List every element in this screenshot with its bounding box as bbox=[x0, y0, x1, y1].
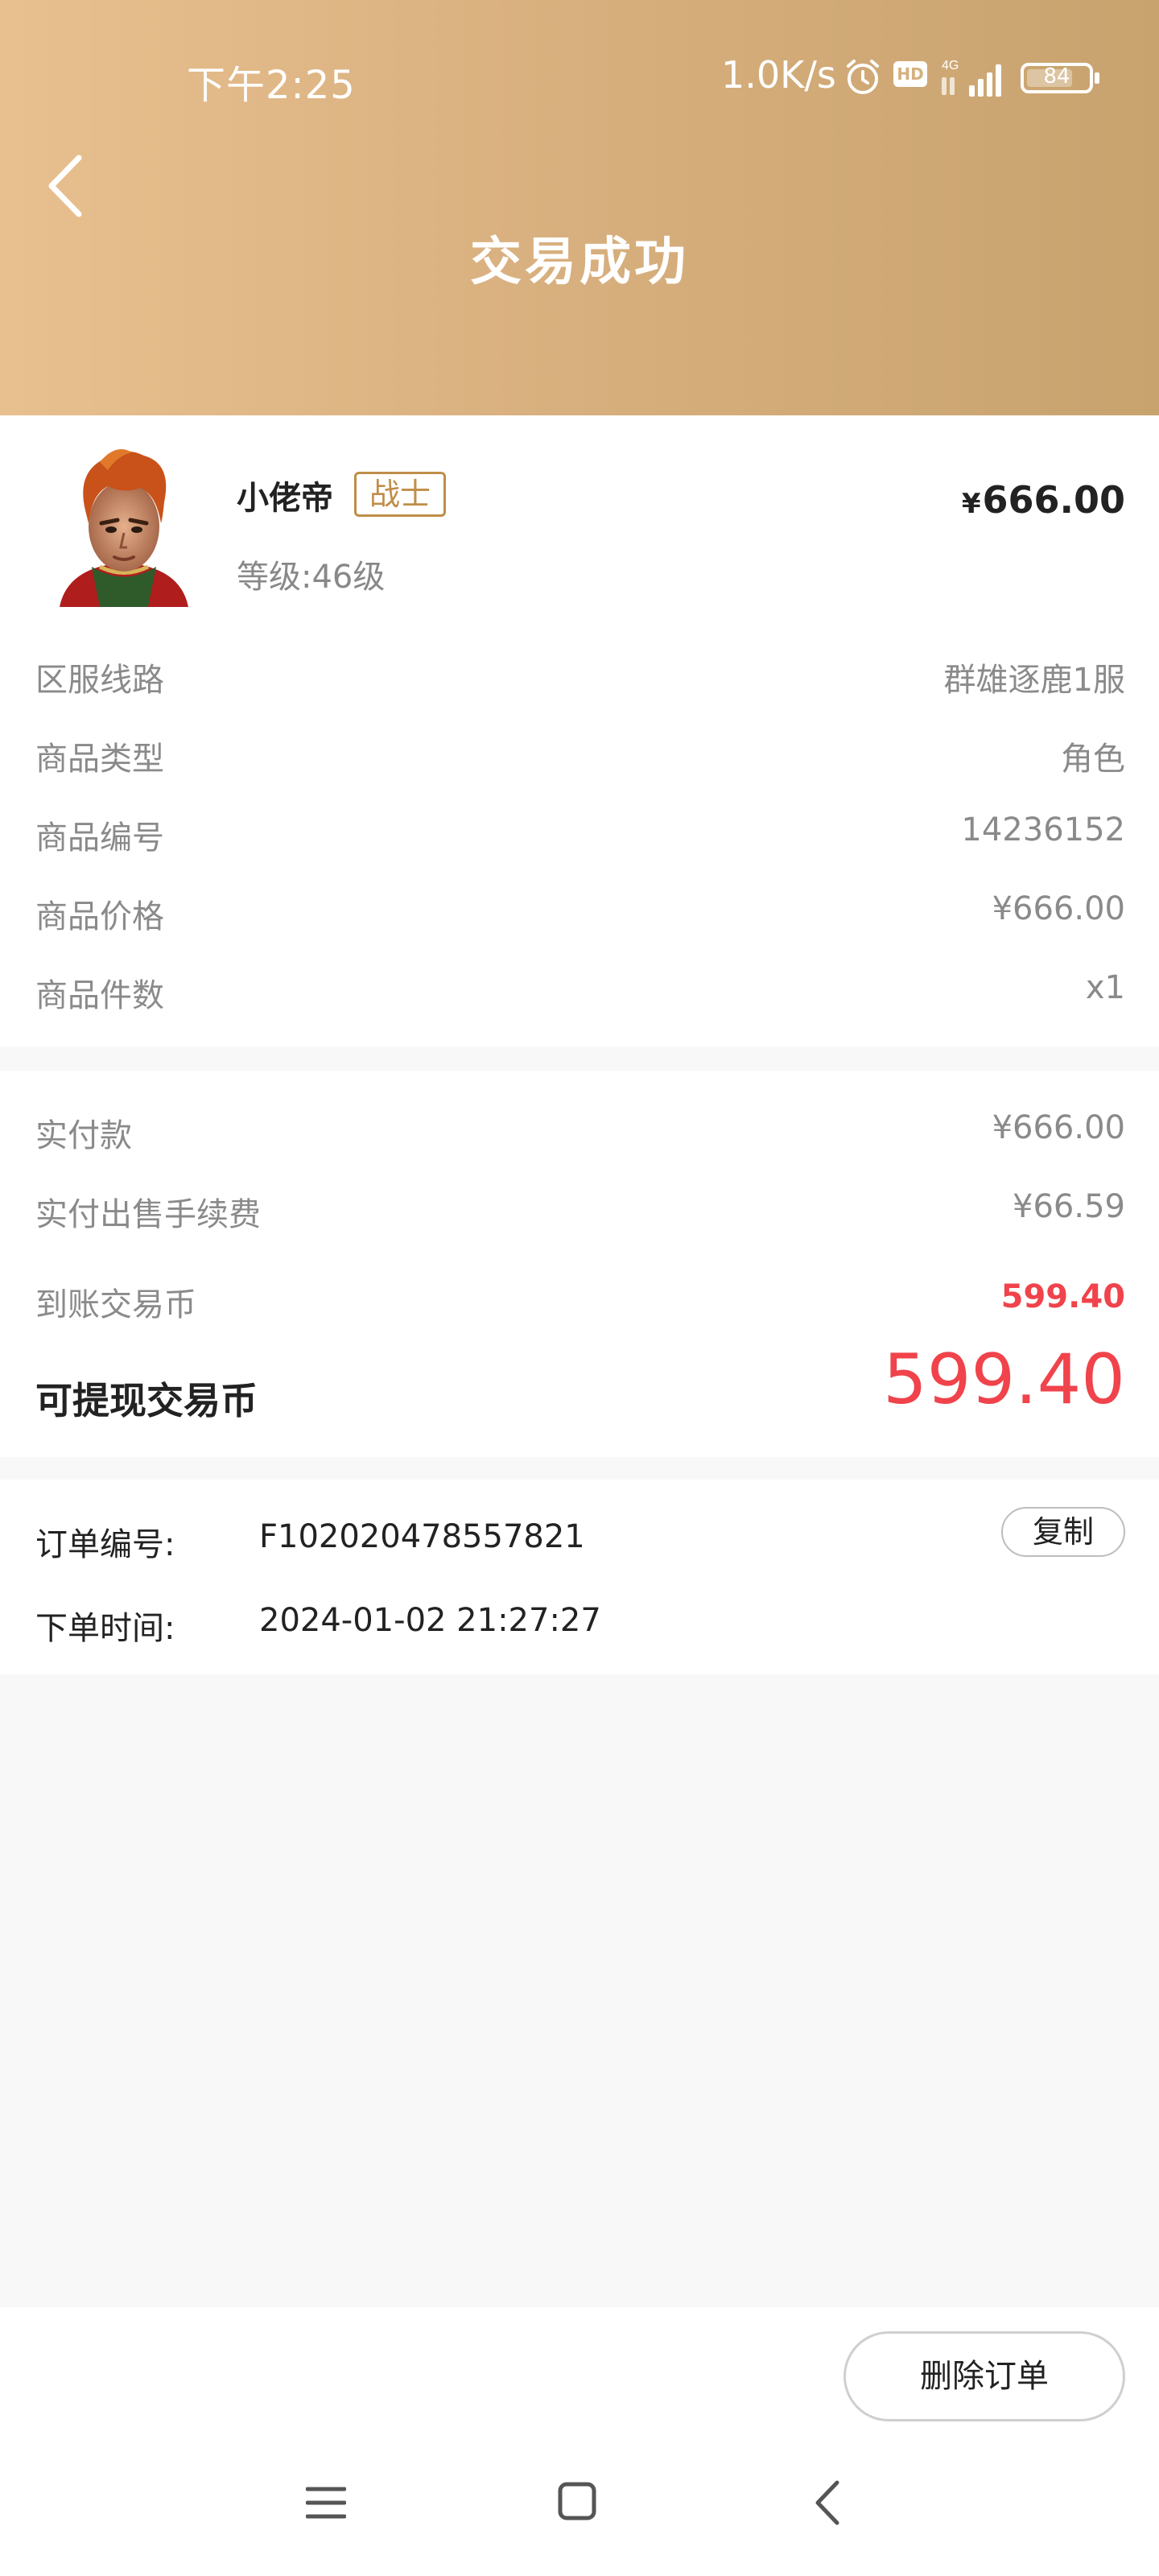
order-time-row: 下单时间: 2024-01-02 21:27:27 bbox=[35, 1602, 1125, 1650]
nav-back-icon[interactable] bbox=[811, 2479, 843, 2526]
fee-row: 实付出售手续费 ¥66.59 bbox=[35, 1188, 1125, 1236]
class-badge: 战士 bbox=[354, 472, 447, 517]
back-arrow-icon[interactable] bbox=[39, 150, 97, 222]
network-speed: 1.0K/s bbox=[721, 53, 836, 97]
detail-row: 区服线路 群雄逐鹿1服 bbox=[35, 654, 1125, 702]
signal-icon: 4G bbox=[942, 59, 1001, 97]
bottom-bar: 删除订单 bbox=[0, 2307, 1159, 2576]
detail-label: 商品类型 bbox=[35, 741, 164, 778]
network-type-label: 4G bbox=[942, 59, 959, 72]
detail-label: 区服线路 bbox=[35, 662, 164, 699]
detail-value: ¥666.00 bbox=[992, 890, 1125, 927]
detail-label: 商品件数 bbox=[35, 977, 164, 1014]
price-value: 666.00 bbox=[982, 478, 1125, 522]
home-icon[interactable] bbox=[557, 2481, 597, 2521]
status-time: 下午2:25 bbox=[187, 63, 356, 108]
withdrawable-row: 可提现交易币 599.40 bbox=[35, 1340, 1125, 1422]
detail-value: 群雄逐鹿1服 bbox=[943, 662, 1125, 699]
page-title: 交易成功 bbox=[470, 233, 689, 292]
copy-button[interactable]: 复制 bbox=[1001, 1507, 1125, 1557]
paid-label: 实付款 bbox=[35, 1117, 132, 1154]
detail-label: 商品价格 bbox=[35, 898, 164, 935]
received-label: 到账交易币 bbox=[35, 1286, 196, 1323]
received-value: 599.40 bbox=[1000, 1278, 1125, 1315]
menu-icon[interactable] bbox=[306, 2483, 346, 2523]
product-price: ¥666.00 bbox=[962, 478, 1125, 522]
status-bar: 下午2:25 1.0K/s HD 4G 84 bbox=[0, 48, 1159, 108]
order-number-value: F102020478557821 bbox=[259, 1518, 585, 1555]
header: 下午2:25 1.0K/s HD 4G 84 交易成功 bbox=[0, 0, 1159, 415]
currency-symbol: ¥ bbox=[961, 488, 981, 520]
detail-label: 商品编号 bbox=[35, 819, 164, 857]
payment-card: 实付款 ¥666.00 实付出售手续费 ¥66.59 到账交易币 599.40 … bbox=[0, 1071, 1159, 1457]
delete-order-button[interactable]: 删除订单 bbox=[843, 2331, 1125, 2421]
character-avatar bbox=[60, 449, 188, 607]
order-time-value: 2024-01-02 21:27:27 bbox=[259, 1602, 601, 1639]
fee-label: 实付出售手续费 bbox=[35, 1196, 261, 1233]
hd-icon: HD bbox=[893, 61, 927, 87]
order-number-label: 订单编号: bbox=[35, 1526, 175, 1563]
role-name: 小佬帝 bbox=[237, 480, 333, 517]
detail-value: 14236152 bbox=[961, 811, 1125, 848]
level-text: 等级:46级 bbox=[237, 559, 386, 596]
received-row: 到账交易币 599.40 bbox=[35, 1278, 1125, 1327]
detail-row: 商品件数 x1 bbox=[35, 969, 1125, 1018]
detail-row: 商品价格 ¥666.00 bbox=[35, 890, 1125, 939]
product-card: 小佬帝 战士 等级:46级 ¥666.00 区服线路 群雄逐鹿1服 商品类型 角… bbox=[0, 415, 1159, 1046]
alarm-icon bbox=[847, 60, 879, 94]
withdrawable-label: 可提现交易币 bbox=[35, 1379, 258, 1422]
order-card: 订单编号: F102020478557821 复制 下单时间: 2024-01-… bbox=[0, 1480, 1159, 1674]
paid-row: 实付款 ¥666.00 bbox=[35, 1109, 1125, 1158]
battery-level: 84 bbox=[1043, 64, 1070, 89]
detail-value: x1 bbox=[1085, 969, 1125, 1006]
fee-value: ¥66.59 bbox=[1013, 1188, 1125, 1225]
order-time-label: 下单时间: bbox=[35, 1610, 175, 1647]
battery-icon: 84 bbox=[1021, 63, 1099, 93]
order-number-row: 订单编号: F102020478557821 复制 bbox=[35, 1507, 1125, 1567]
paid-value: ¥666.00 bbox=[992, 1109, 1125, 1146]
withdrawable-value: 599.40 bbox=[883, 1340, 1125, 1420]
detail-value: 角色 bbox=[1061, 741, 1125, 778]
detail-row: 商品类型 角色 bbox=[35, 733, 1125, 781]
detail-row: 商品编号 14236152 bbox=[35, 811, 1125, 860]
